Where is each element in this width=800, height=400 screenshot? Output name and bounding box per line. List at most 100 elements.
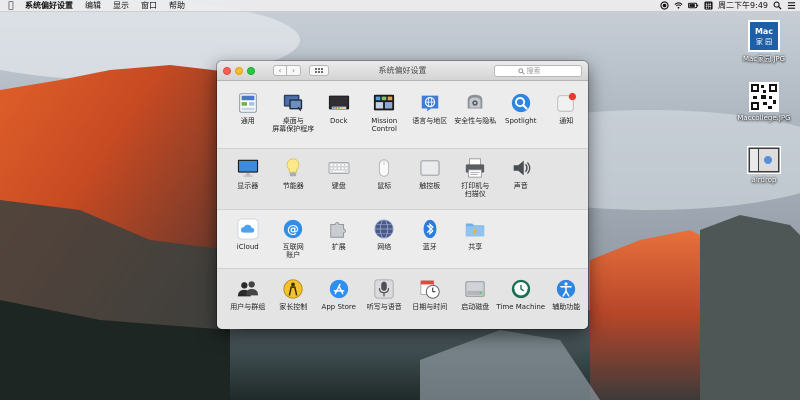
network-icon xyxy=(374,219,394,239)
clock[interactable]: 周二下午9:49 xyxy=(718,0,768,11)
pane-label: 打印机与 扫描仪 xyxy=(461,182,490,198)
system-preferences-window: ‹ › 系统偏好设置 通用 桌面与 屏幕保护程序 Dock Mission Co… xyxy=(217,61,588,329)
desktop-file-maccollege[interactable]: Maccollege.JPG xyxy=(734,82,794,122)
pane-internet-accounts[interactable]: @ 互联网 账户 xyxy=(271,218,317,268)
pane-users-groups[interactable]: 用户与群组 xyxy=(225,278,271,329)
dock-icon xyxy=(328,95,349,110)
pane-label: 通知 xyxy=(559,117,574,125)
notifications-icon xyxy=(557,92,577,112)
wifi-icon[interactable] xyxy=(674,1,683,10)
app-store-icon xyxy=(329,279,348,299)
pane-language-region[interactable]: 语言与地区 xyxy=(407,92,453,148)
pane-mouse[interactable]: 鼠标 xyxy=(362,157,408,209)
zoom-button[interactable] xyxy=(247,66,255,75)
pane-startup-disk[interactable]: 启动磁盘 xyxy=(453,278,499,329)
battery-icon[interactable] xyxy=(688,1,699,10)
svg-text:Mac: Mac xyxy=(755,27,773,36)
energy-saver-icon xyxy=(286,158,300,177)
pane-label: 通用 xyxy=(240,117,255,125)
mission-control-icon xyxy=(374,94,395,111)
pane-network[interactable]: 网络 xyxy=(362,218,408,268)
svg-text:拼: 拼 xyxy=(705,1,711,10)
menu-view[interactable]: 显示 xyxy=(107,0,135,12)
general-icon xyxy=(239,93,257,113)
pane-app-store[interactable]: App Store xyxy=(316,278,362,329)
pane-energy-saver[interactable]: 节能器 xyxy=(271,157,317,209)
navigation-buttons: ‹ › xyxy=(273,65,301,76)
spotlight-icon[interactable] xyxy=(773,1,782,10)
window-titlebar[interactable]: ‹ › 系统偏好设置 xyxy=(217,61,588,81)
pane-label: 桌面与 屏幕保护程序 xyxy=(272,117,315,133)
list-icon[interactable] xyxy=(787,1,796,10)
menu-bar:  系统偏好设置 编辑 显示 窗口 帮助 拼 周二下午9:49 xyxy=(0,0,800,12)
pane-spotlight[interactable]: Spotlight xyxy=(498,92,544,148)
pane-notifications[interactable]: 通知 xyxy=(544,92,589,148)
pane-dictation-speech[interactable]: 听写与语音 xyxy=(362,278,408,329)
desktop-file-caption: airdrop xyxy=(751,176,777,184)
show-all-button[interactable] xyxy=(309,65,329,76)
pane-displays[interactable]: 显示器 xyxy=(225,157,271,209)
svg-text:@: @ xyxy=(287,222,299,236)
pane-printers-scanners[interactable]: 打印机与 扫描仪 xyxy=(453,157,499,209)
mac-logo-image: Mac 家 园 xyxy=(748,20,780,52)
close-button[interactable] xyxy=(223,66,231,75)
pane-desktop-screensaver[interactable]: 桌面与 屏幕保护程序 xyxy=(271,92,317,148)
prefs-section-internet: iCloud @ 互联网 账户 扩展 网络 蓝牙 共享 xyxy=(217,210,588,268)
sharing-icon xyxy=(466,223,485,237)
spotlight-icon xyxy=(511,93,530,113)
security-privacy-icon xyxy=(467,94,483,109)
desktop-file-airdrop[interactable]: airdrop xyxy=(734,146,794,184)
pane-icloud[interactable]: iCloud xyxy=(225,218,271,268)
extensions-icon xyxy=(330,222,346,238)
record-icon[interactable] xyxy=(660,1,669,10)
pane-label: Spotlight xyxy=(505,117,537,125)
search-field[interactable] xyxy=(494,65,582,77)
desktop-screensaver-icon xyxy=(284,94,303,112)
pane-extensions[interactable]: 扩展 xyxy=(316,218,362,268)
pane-label: 安全性与隐私 xyxy=(454,117,497,125)
pane-date-time[interactable]: 日期与时间 xyxy=(407,278,453,329)
pane-sharing[interactable]: 共享 xyxy=(453,218,499,268)
pane-general[interactable]: 通用 xyxy=(225,92,271,148)
desktop-file-caption: Mac家园.JPG xyxy=(742,55,786,63)
pane-mission-control[interactable]: Mission Control xyxy=(362,92,408,148)
screenshot-image xyxy=(747,146,781,174)
internet-accounts-icon: @ xyxy=(284,219,303,239)
pane-sound[interactable]: 声音 xyxy=(498,157,544,209)
desktop-file-mac-jia-yuan[interactable]: Mac 家 园 Mac家园.JPG xyxy=(734,20,794,64)
pane-bluetooth[interactable]: 蓝牙 xyxy=(407,218,453,268)
pane-parental-controls[interactable]: 家长控制 xyxy=(271,278,317,329)
pane-keyboard[interactable]: 键盘 xyxy=(316,157,362,209)
language-region-icon xyxy=(421,95,438,112)
menu-edit[interactable]: 编辑 xyxy=(79,0,107,12)
dictation-speech-icon xyxy=(374,279,394,299)
pane-label: 显示器 xyxy=(237,182,259,190)
sound-icon xyxy=(513,160,531,176)
input-source-icon[interactable]: 拼 xyxy=(704,1,713,10)
pane-dock[interactable]: Dock xyxy=(316,92,362,148)
pane-label: 声音 xyxy=(513,182,528,190)
pane-label: 节能器 xyxy=(282,182,304,190)
displays-icon xyxy=(237,159,258,177)
pane-time-machine[interactable]: Time Machine xyxy=(496,278,546,329)
back-button[interactable]: ‹ xyxy=(273,65,287,76)
search-input[interactable] xyxy=(526,67,559,75)
desktop-file-caption: Maccollege.JPG xyxy=(737,114,791,122)
pane-label: 共享 xyxy=(468,243,483,251)
pane-accessibility[interactable]: 辅助功能 xyxy=(544,278,589,329)
pane-security-privacy[interactable]: 安全性与隐私 xyxy=(453,92,499,148)
minimize-button[interactable] xyxy=(235,66,243,75)
pane-label: Time Machine xyxy=(496,303,546,311)
pane-label: App Store xyxy=(321,303,356,311)
pane-label: 互联网 账户 xyxy=(282,243,304,259)
svg-text:家 园: 家 园 xyxy=(756,37,772,46)
apple-logo-icon[interactable]:  xyxy=(0,0,22,12)
pane-trackpad[interactable]: 触控板 xyxy=(407,157,453,209)
bluetooth-icon xyxy=(423,219,437,239)
pane-label: 触控板 xyxy=(419,182,441,190)
menu-window[interactable]: 窗口 xyxy=(135,0,163,12)
menu-app-name[interactable]: 系统偏好设置 xyxy=(22,0,79,12)
menu-help[interactable]: 帮助 xyxy=(163,0,191,12)
status-area: 拼 周二下午9:49 xyxy=(660,0,800,11)
forward-button[interactable]: › xyxy=(287,65,301,76)
